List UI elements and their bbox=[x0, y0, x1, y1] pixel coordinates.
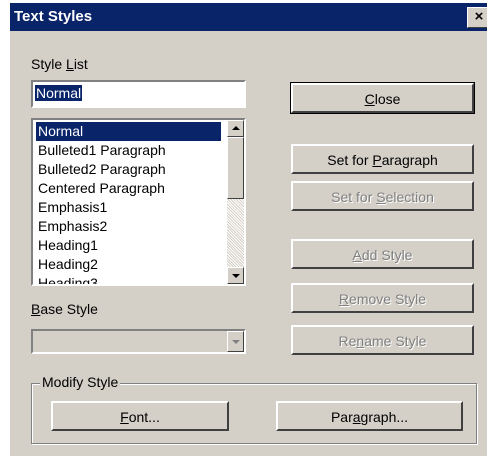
dropdown-arrow-icon bbox=[232, 340, 240, 344]
close-icon[interactable]: × bbox=[467, 7, 487, 28]
font-button[interactable]: Font... bbox=[51, 401, 229, 431]
list-item[interactable]: Heading2 bbox=[36, 255, 221, 274]
style-listbox[interactable]: Normal Bulleted1 Paragraph Bulleted2 Par… bbox=[31, 118, 246, 286]
scroll-up-button[interactable] bbox=[227, 120, 244, 137]
scroll-up-icon bbox=[232, 126, 240, 130]
modify-style-label: Modify Style bbox=[40, 374, 121, 390]
base-style-dropdown bbox=[31, 329, 246, 354]
scroll-thumb[interactable] bbox=[227, 137, 244, 199]
scroll-track[interactable] bbox=[227, 199, 244, 267]
list-item[interactable]: Normal bbox=[36, 122, 221, 141]
paragraph-button[interactable]: Paragraph... bbox=[276, 401, 463, 431]
style-name-value: Normal bbox=[35, 85, 83, 101]
list-item[interactable]: Emphasis1 bbox=[36, 198, 221, 217]
list-item[interactable]: Heading1 bbox=[36, 236, 221, 255]
title-bar[interactable]: Text Styles × bbox=[10, 3, 487, 31]
scroll-down-button[interactable] bbox=[227, 267, 244, 284]
scroll-down-icon bbox=[232, 274, 240, 278]
list-item[interactable]: Emphasis2 bbox=[36, 217, 221, 236]
list-item[interactable]: Bulleted1 Paragraph bbox=[36, 141, 221, 160]
list-item[interactable]: Bulleted2 Paragraph bbox=[36, 160, 221, 179]
set-for-paragraph-button[interactable]: Set for Paragraph bbox=[291, 144, 474, 174]
list-item[interactable]: Centered Paragraph bbox=[36, 179, 221, 198]
remove-style-button: Remove Style bbox=[291, 283, 474, 313]
style-name-input[interactable]: Normal bbox=[31, 80, 246, 108]
base-style-label: Base Style bbox=[31, 301, 98, 317]
add-style-button: Add Style bbox=[291, 239, 474, 269]
set-for-selection-button: Set for Selection bbox=[291, 181, 474, 211]
window-title: Text Styles bbox=[14, 8, 93, 25]
base-style-dropdown-button bbox=[227, 331, 244, 352]
close-button[interactable]: Close bbox=[290, 82, 475, 114]
rename-style-button: Rename Style bbox=[291, 325, 474, 355]
list-item[interactable]: Heading3 bbox=[36, 274, 221, 284]
list-scrollbar[interactable] bbox=[227, 120, 244, 284]
style-list-label: Style List bbox=[31, 56, 88, 72]
text-styles-dialog: Text Styles × Style List Normal Normal B… bbox=[10, 3, 487, 456]
